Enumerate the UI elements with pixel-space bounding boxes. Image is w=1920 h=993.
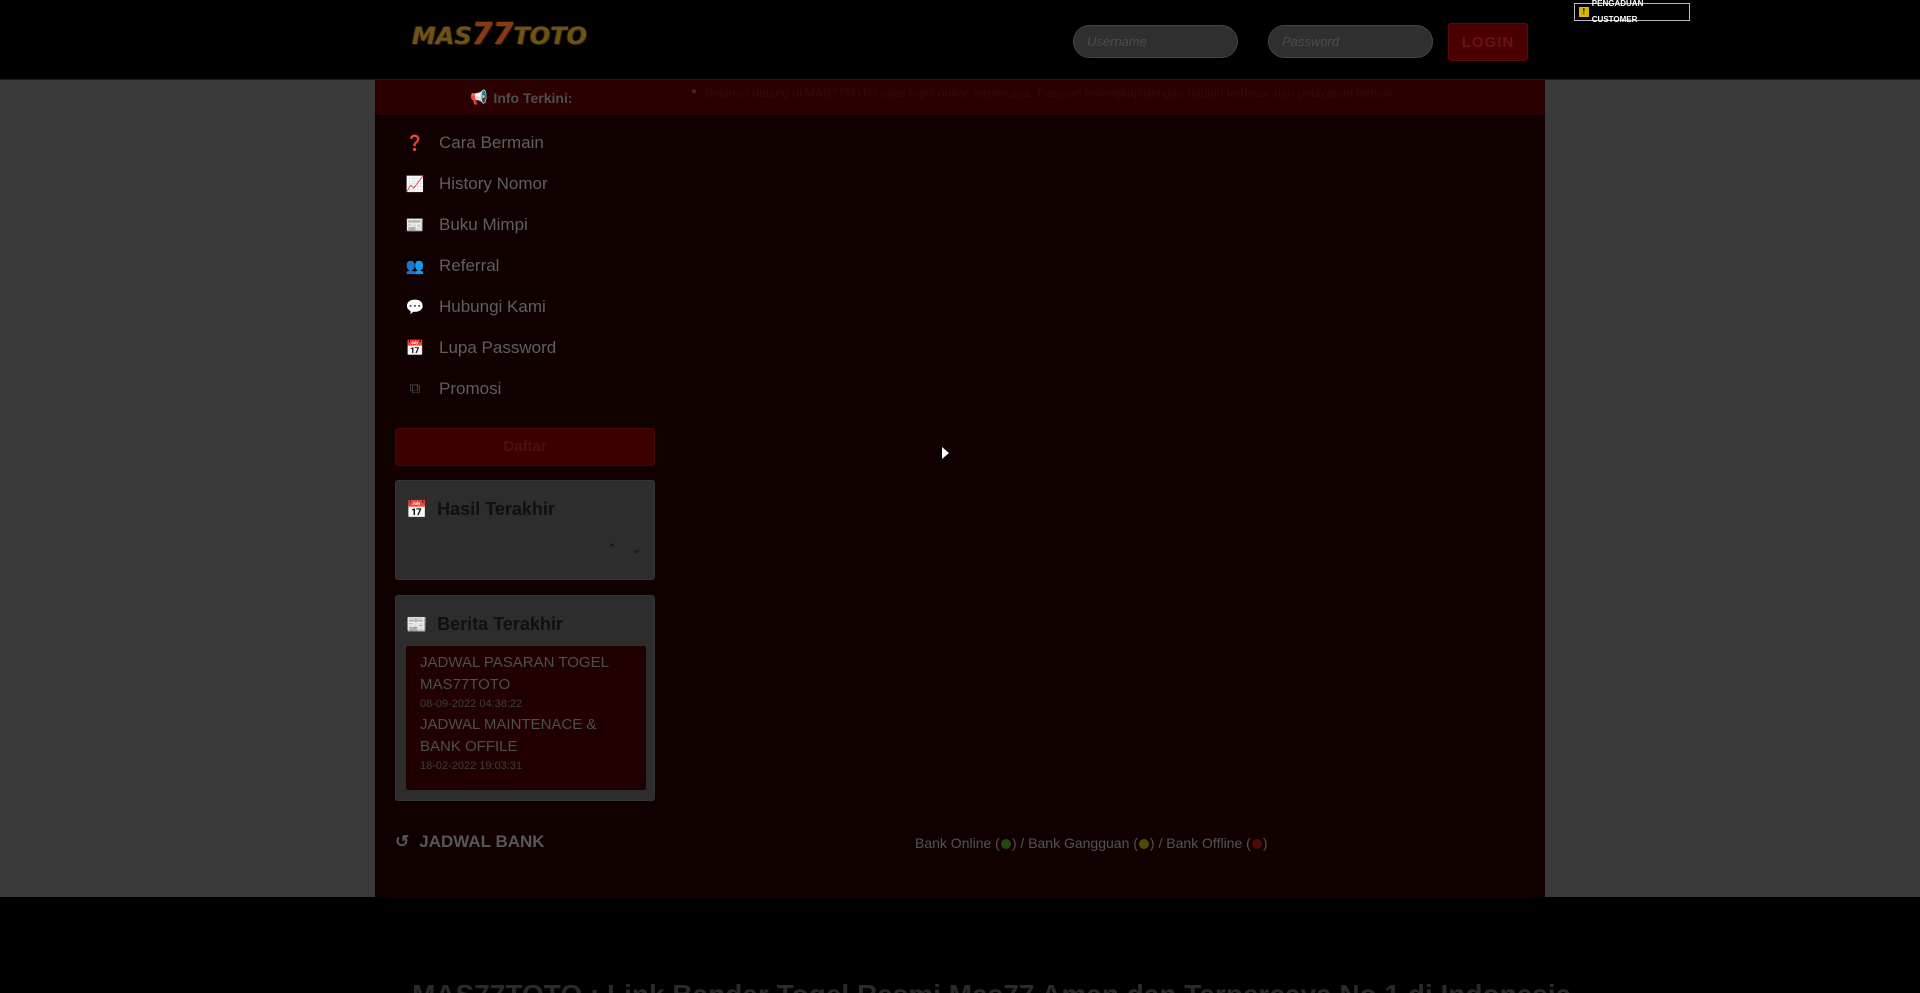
online-dot-icon	[1000, 839, 1011, 849]
footer-heading: MAS77TOTO : Link Bandar Togel Resmi Mas7…	[412, 979, 1571, 993]
sidebar-item-cara-bermain[interactable]: ❓ Cara Bermain	[405, 122, 675, 163]
chart-line-icon: 📈	[405, 175, 425, 193]
chevron-up-icon[interactable]: ⌃	[606, 541, 617, 557]
megaphone-icon: 📢	[470, 89, 488, 105]
sidebar-item-label: Promosi	[439, 378, 502, 398]
berita-terakhir-title: 📰 Berita Terakhir	[406, 614, 563, 634]
sidebar-item-label: Lupa Password	[439, 337, 557, 357]
sidebar-item-label: History Nomor	[439, 173, 548, 193]
pengaduan-label: PENGADUAN CUSTOMER	[1591, 0, 1644, 24]
list-item[interactable]: JADWAL PASARAN TOGEL MAS77TOTO 08-09-202…	[420, 652, 632, 710]
sidebar-item-promosi[interactable]: ⧉ Promosi	[405, 368, 675, 409]
mouse-cursor-icon	[942, 447, 949, 459]
question-circle-icon: ❓	[405, 134, 425, 152]
sidebar-item-label: Referral	[439, 255, 500, 275]
hasil-nav: ⌃ ⌄	[606, 541, 642, 557]
users-icon: 👥	[405, 257, 425, 275]
gangguan-dot-icon	[1138, 839, 1149, 849]
news-date: 08-09-2022 04:38:22	[420, 698, 523, 710]
sidebar-item-lupa-password[interactable]: 📅 Lupa Password	[405, 327, 675, 368]
info-label: 📢 Info Terkini:	[470, 89, 573, 106]
main-container: 📢 Info Terkini: ● Selamat datang di MAS7…	[375, 80, 1545, 897]
clone-icon: ⧉	[409, 380, 421, 397]
daftar-button[interactable]: Daftar	[395, 428, 655, 466]
login-button[interactable]: LOGIN	[1448, 23, 1528, 61]
info-bar: 📢 Info Terkini: ● Selamat datang di MAS7…	[375, 80, 1545, 115]
sidebar-item-label: Buku Mimpi	[439, 214, 528, 234]
site-logo[interactable]: MAS77TOTO	[412, 18, 587, 52]
bullet-icon: ●	[691, 86, 698, 97]
jadwal-bank-heading: ↺ JADWAL BANK	[395, 832, 545, 851]
warning-icon: !	[1579, 7, 1589, 17]
password-input[interactable]	[1268, 25, 1433, 58]
news-list: JADWAL PASARAN TOGEL MAS77TOTO 08-09-202…	[406, 646, 646, 790]
hasil-terakhir-title: 📅 Hasil Terakhir	[406, 499, 555, 519]
news-date: 18-02-2022 19:03:31	[420, 760, 523, 772]
news-title[interactable]: JADWAL MAINTENACE & BANK OFFILE	[420, 714, 632, 758]
berita-terakhir-panel: 📰 Berita Terakhir JADWAL PASARAN TOGEL M…	[395, 595, 655, 801]
sidebar-menu: ❓ Cara Bermain 📈 History Nomor 📰 Buku Mi…	[405, 122, 675, 409]
info-marquee: Selamat datang di MAS77TOTO situs togel …	[705, 86, 1396, 100]
sidebar-item-hubungi-kami[interactable]: 💬 Hubungi Kami	[405, 286, 675, 327]
sidebar-item-buku-mimpi[interactable]: 📰 Buku Mimpi	[405, 204, 675, 245]
sidebar-item-referral[interactable]: 👥 Referral	[405, 245, 675, 286]
comments-icon: 💬	[405, 298, 425, 316]
username-input[interactable]	[1073, 25, 1238, 58]
newspaper-icon: 📰	[405, 216, 425, 234]
pengaduan-customer-button[interactable]: ! PENGADUAN CUSTOMER	[1574, 0, 1690, 24]
calendar-icon: 📅	[406, 499, 428, 519]
news-title[interactable]: JADWAL PASARAN TOGEL MAS77TOTO	[420, 652, 632, 696]
sidebar-item-history-nomor[interactable]: 📈 History Nomor	[405, 163, 675, 204]
list-item[interactable]: JADWAL MAINTENACE & BANK OFFILE 18-02-20…	[420, 714, 632, 772]
sidebar-item-label: Cara Bermain	[439, 132, 544, 152]
sidebar-item-label: Hubungi Kami	[439, 296, 546, 316]
top-bar: MAS77TOTO LOGIN ! PENGADUAN CUSTOMER	[0, 0, 1920, 80]
offline-dot-icon	[1251, 839, 1262, 849]
history-icon: ↺	[395, 832, 410, 851]
newspaper-icon: 📰	[406, 614, 428, 634]
bank-status-legend: Bank Online () / Bank Gangguan () / Bank…	[915, 835, 1268, 851]
chevron-down-icon[interactable]: ⌄	[631, 541, 642, 557]
hasil-terakhir-panel: 📅 Hasil Terakhir ⌃ ⌄	[395, 480, 655, 580]
calendar-icon: 📅	[405, 339, 425, 357]
footer: MAS77TOTO : Link Bandar Togel Resmi Mas7…	[0, 897, 1920, 993]
